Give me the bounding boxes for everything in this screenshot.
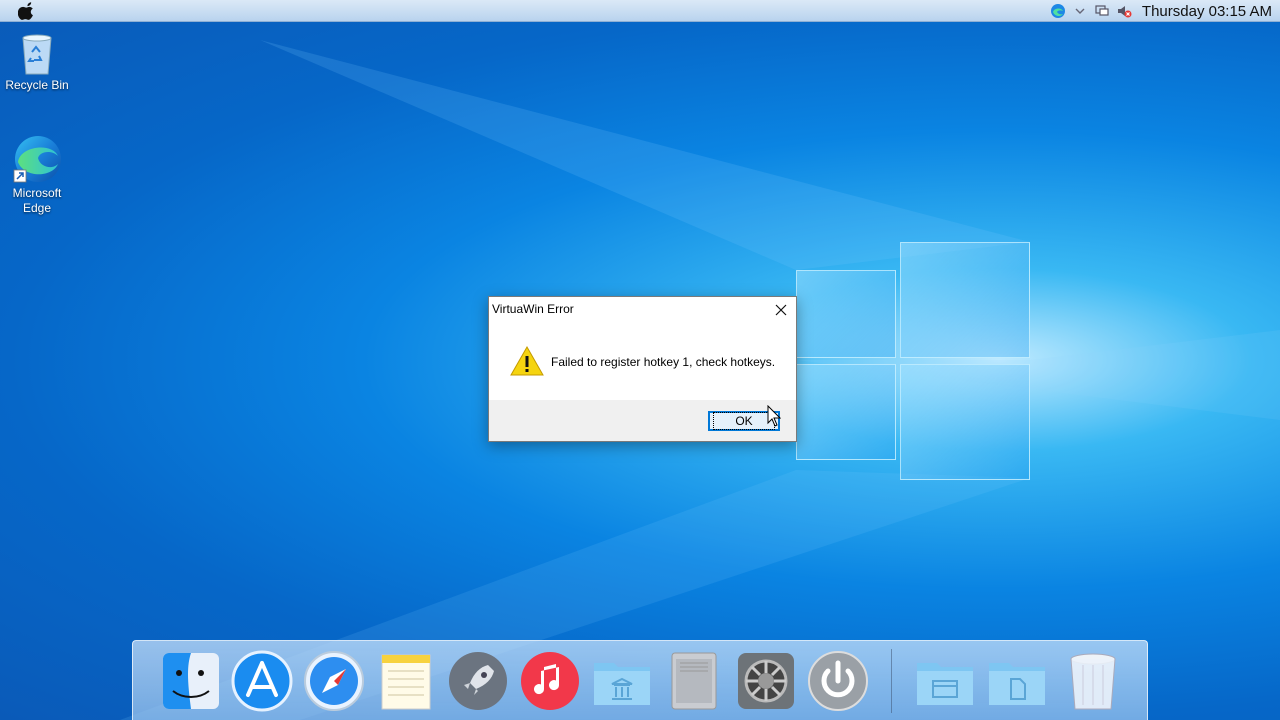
notes-icon[interactable] xyxy=(374,649,438,713)
safari-icon[interactable] xyxy=(302,649,366,713)
apple-icon[interactable] xyxy=(18,2,36,20)
desktop-icon-label: Recycle Bin xyxy=(5,78,69,92)
dialog-title: VirtuaWin Error xyxy=(492,302,574,316)
trash-icon[interactable] xyxy=(1061,649,1125,713)
chevron-down-icon[interactable] xyxy=(1072,3,1088,19)
documents-folder-icon[interactable] xyxy=(913,649,977,713)
error-dialog: VirtuaWin Error Failed to register hotke… xyxy=(488,296,797,442)
files-folder-icon[interactable] xyxy=(985,649,1049,713)
dock-separator xyxy=(891,649,892,713)
volume-muted-icon[interactable] xyxy=(1116,3,1132,19)
music-icon[interactable] xyxy=(518,649,582,713)
system-preferences-icon[interactable] xyxy=(734,649,798,713)
launchpad-icon[interactable] xyxy=(446,649,510,713)
dialog-button-bar: OK xyxy=(489,400,796,441)
edge-icon xyxy=(13,136,61,183)
menu-bar: Thursday 03:15 AM xyxy=(0,0,1280,22)
desktop-icon-recycle-bin[interactable]: Recycle Bin xyxy=(0,30,74,93)
edge-tray-icon[interactable] xyxy=(1050,3,1066,19)
mouse-cursor-icon xyxy=(767,405,781,427)
mac-pro-icon[interactable] xyxy=(662,649,726,713)
network-icon[interactable] xyxy=(1094,3,1110,19)
clock[interactable]: Thursday 03:15 AM xyxy=(1142,3,1272,20)
close-icon[interactable] xyxy=(772,301,790,319)
recycle-bin-icon xyxy=(22,34,52,75)
desktop-icon-label: Microsoft Edge xyxy=(12,186,62,215)
windows-logo xyxy=(796,242,1030,480)
power-icon[interactable] xyxy=(806,649,870,713)
dialog-message: Failed to register hotkey 1, check hotke… xyxy=(551,355,776,369)
applications-folder-icon[interactable] xyxy=(590,649,654,713)
app-store-icon[interactable] xyxy=(230,649,294,713)
warning-icon xyxy=(510,345,544,376)
finder-icon[interactable] xyxy=(159,649,223,713)
system-tray: Thursday 03:15 AM xyxy=(1050,0,1272,22)
desktop-icon-microsoft-edge[interactable]: Microsoft Edge xyxy=(0,134,74,216)
dock xyxy=(132,640,1148,720)
ok-button-label: OK xyxy=(713,412,775,430)
